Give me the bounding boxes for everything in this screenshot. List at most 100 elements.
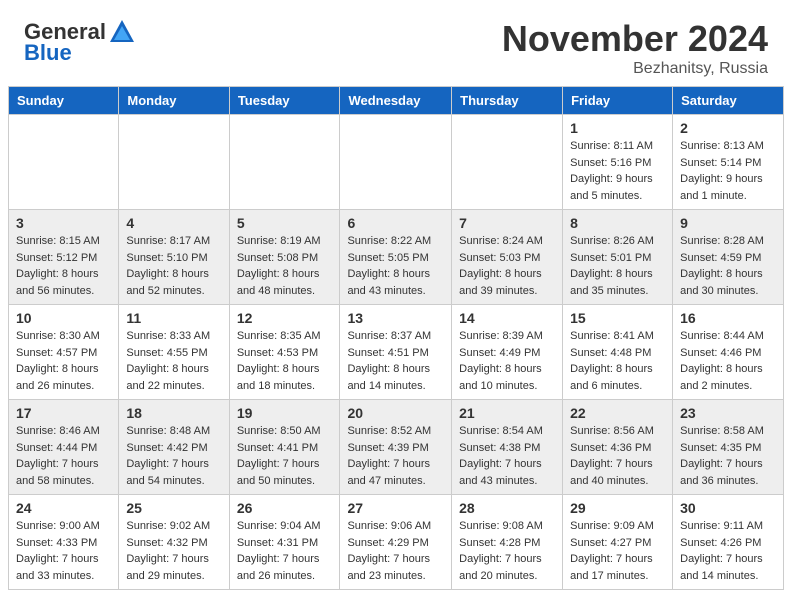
calendar-cell: 7Sunrise: 8:24 AM Sunset: 5:03 PM Daylig… [452, 210, 563, 305]
day-info: Sunrise: 9:04 AM Sunset: 4:31 PM Dayligh… [237, 518, 333, 584]
logo: General Blue [24, 18, 136, 66]
day-info: Sunrise: 9:02 AM Sunset: 4:32 PM Dayligh… [126, 518, 221, 584]
calendar-cell: 29 Sunrise: 9:09 AM Sunset: 4:27 PM Dayli… [563, 495, 673, 590]
calendar-cell: 22 Sunrise: 8:56 AM Sunset: 4:36 PM Dayli… [563, 400, 673, 495]
day-number: 16 [680, 310, 776, 326]
day-info: Sunrise: 8:44 AM Sunset: 4:46 PM Dayligh… [680, 328, 776, 394]
calendar-header-monday: Monday [119, 87, 229, 115]
calendar-cell: 26 Sunrise: 9:04 AM Sunset: 4:31 PM Dayli… [229, 495, 340, 590]
day-number: 25 [126, 500, 221, 516]
calendar-cell: 30Sunrise: 9:11 AM Sunset: 4:26 PM Dayli… [673, 495, 784, 590]
day-number: 23 [680, 405, 776, 421]
day-number: 21 [459, 405, 555, 421]
day-info: Sunrise: 9:11 AM Sunset: 4:26 PM Dayligh… [680, 518, 776, 584]
day-info: Sunrise: 9:00 AM Sunset: 4:33 PM Dayligh… [16, 518, 111, 584]
day-info: Sunrise: 8:35 AM Sunset: 4:53 PM Dayligh… [237, 328, 333, 394]
calendar-cell: 5 Sunrise: 8:19 AM Sunset: 5:08 PM Daylig… [229, 210, 340, 305]
calendar-cell: 14 Sunrise: 8:39 AM Sunset: 4:49 PM Dayli… [452, 305, 563, 400]
day-number: 29 [570, 500, 665, 516]
calendar-header-sunday: Sunday [9, 87, 119, 115]
calendar-cell: 10 Sunrise: 8:30 AM Sunset: 4:57 PM Dayli… [9, 305, 119, 400]
title-area: November 2024 Bezhanitsy, Russia [502, 18, 768, 78]
day-info: Sunrise: 8:30 AM Sunset: 4:57 PM Dayligh… [16, 328, 111, 394]
calendar-cell: 18Sunrise: 8:48 AM Sunset: 4:42 PM Dayli… [119, 400, 229, 495]
calendar-cell: 16 Sunrise: 8:44 AM Sunset: 4:46 PM Dayli… [673, 305, 784, 400]
calendar-cell: 6Sunrise: 8:22 AM Sunset: 5:05 PM Daylig… [340, 210, 452, 305]
calendar-cell: 19Sunrise: 8:50 AM Sunset: 4:41 PM Dayli… [229, 400, 340, 495]
calendar-cell: 11Sunrise: 8:33 AM Sunset: 4:55 PM Dayli… [119, 305, 229, 400]
day-info: Sunrise: 9:08 AM Sunset: 4:28 PM Dayligh… [459, 518, 555, 584]
day-number: 20 [347, 405, 444, 421]
calendar-cell [229, 115, 340, 210]
calendar-week-row: 24 Sunrise: 9:00 AM Sunset: 4:33 PM Dayli… [9, 495, 784, 590]
day-number: 8 [570, 215, 665, 231]
calendar-cell: 21 Sunrise: 8:54 AM Sunset: 4:38 PM Dayli… [452, 400, 563, 495]
calendar-week-row: 17 Sunrise: 8:46 AM Sunset: 4:44 PM Dayli… [9, 400, 784, 495]
calendar-cell [119, 115, 229, 210]
day-number: 28 [459, 500, 555, 516]
calendar-cell: 27Sunrise: 9:06 AM Sunset: 4:29 PM Dayli… [340, 495, 452, 590]
day-info: Sunrise: 8:24 AM Sunset: 5:03 PM Dayligh… [459, 233, 555, 299]
day-number: 27 [347, 500, 444, 516]
calendar-cell: 13Sunrise: 8:37 AM Sunset: 4:51 PM Dayli… [340, 305, 452, 400]
calendar-header-tuesday: Tuesday [229, 87, 340, 115]
calendar-cell: 24 Sunrise: 9:00 AM Sunset: 4:33 PM Dayli… [9, 495, 119, 590]
day-number: 26 [237, 500, 333, 516]
day-info: Sunrise: 8:58 AM Sunset: 4:35 PM Dayligh… [680, 423, 776, 489]
day-info: Sunrise: 8:48 AM Sunset: 4:42 PM Dayligh… [126, 423, 221, 489]
day-info: Sunrise: 8:41 AM Sunset: 4:48 PM Dayligh… [570, 328, 665, 394]
calendar-header-saturday: Saturday [673, 87, 784, 115]
calendar-cell: 17 Sunrise: 8:46 AM Sunset: 4:44 PM Dayli… [9, 400, 119, 495]
day-info: Sunrise: 8:50 AM Sunset: 4:41 PM Dayligh… [237, 423, 333, 489]
calendar-cell: 3 Sunrise: 8:15 AM Sunset: 5:12 PM Daylig… [9, 210, 119, 305]
day-info: Sunrise: 9:09 AM Sunset: 4:27 PM Dayligh… [570, 518, 665, 584]
calendar-wrapper: SundayMondayTuesdayWednesdayThursdayFrid… [0, 86, 792, 598]
day-number: 2 [680, 120, 776, 136]
day-number: 24 [16, 500, 111, 516]
day-number: 5 [237, 215, 333, 231]
calendar-cell [340, 115, 452, 210]
calendar-cell: 9Sunrise: 8:28 AM Sunset: 4:59 PM Daylig… [673, 210, 784, 305]
calendar-cell: 4 Sunrise: 8:17 AM Sunset: 5:10 PM Daylig… [119, 210, 229, 305]
calendar-week-row: 3 Sunrise: 8:15 AM Sunset: 5:12 PM Daylig… [9, 210, 784, 305]
day-number: 1 [570, 120, 665, 136]
day-number: 3 [16, 215, 111, 231]
calendar-cell: 1 Sunrise: 8:11 AM Sunset: 5:16 PM Daylig… [563, 115, 673, 210]
day-number: 22 [570, 405, 665, 421]
location: Bezhanitsy, Russia [502, 60, 768, 78]
day-info: Sunrise: 8:11 AM Sunset: 5:16 PM Dayligh… [570, 138, 665, 204]
day-number: 4 [126, 215, 221, 231]
calendar-cell: 20 Sunrise: 8:52 AM Sunset: 4:39 PM Dayli… [340, 400, 452, 495]
day-number: 12 [237, 310, 333, 326]
calendar-week-row: 10 Sunrise: 8:30 AM Sunset: 4:57 PM Dayli… [9, 305, 784, 400]
calendar-cell [452, 115, 563, 210]
day-info: Sunrise: 8:56 AM Sunset: 4:36 PM Dayligh… [570, 423, 665, 489]
day-number: 10 [16, 310, 111, 326]
day-number: 13 [347, 310, 444, 326]
day-info: Sunrise: 8:46 AM Sunset: 4:44 PM Dayligh… [16, 423, 111, 489]
day-info: Sunrise: 8:17 AM Sunset: 5:10 PM Dayligh… [126, 233, 221, 299]
calendar-cell: 25 Sunrise: 9:02 AM Sunset: 4:32 PM Dayli… [119, 495, 229, 590]
day-info: Sunrise: 8:33 AM Sunset: 4:55 PM Dayligh… [126, 328, 221, 394]
page-header: General Blue November 2024 Bezhanitsy, R… [0, 0, 792, 86]
day-number: 15 [570, 310, 665, 326]
calendar-cell: 28 Sunrise: 9:08 AM Sunset: 4:28 PM Dayli… [452, 495, 563, 590]
calendar-table: SundayMondayTuesdayWednesdayThursdayFrid… [8, 86, 784, 590]
logo-blue: Blue [24, 40, 136, 66]
day-number: 17 [16, 405, 111, 421]
month-title: November 2024 [502, 18, 768, 60]
calendar-header-row: SundayMondayTuesdayWednesdayThursdayFrid… [9, 87, 784, 115]
day-info: Sunrise: 8:19 AM Sunset: 5:08 PM Dayligh… [237, 233, 333, 299]
calendar-cell [9, 115, 119, 210]
day-info: Sunrise: 8:26 AM Sunset: 5:01 PM Dayligh… [570, 233, 665, 299]
day-info: Sunrise: 8:54 AM Sunset: 4:38 PM Dayligh… [459, 423, 555, 489]
day-info: Sunrise: 8:15 AM Sunset: 5:12 PM Dayligh… [16, 233, 111, 299]
calendar-cell: 23 Sunrise: 8:58 AM Sunset: 4:35 PM Dayli… [673, 400, 784, 495]
calendar-header-friday: Friday [563, 87, 673, 115]
day-info: Sunrise: 8:39 AM Sunset: 4:49 PM Dayligh… [459, 328, 555, 394]
calendar-header-wednesday: Wednesday [340, 87, 452, 115]
calendar-cell: 12 Sunrise: 8:35 AM Sunset: 4:53 PM Dayli… [229, 305, 340, 400]
day-info: Sunrise: 8:52 AM Sunset: 4:39 PM Dayligh… [347, 423, 444, 489]
calendar-cell: 2Sunrise: 8:13 AM Sunset: 5:14 PM Daylig… [673, 115, 784, 210]
day-number: 14 [459, 310, 555, 326]
